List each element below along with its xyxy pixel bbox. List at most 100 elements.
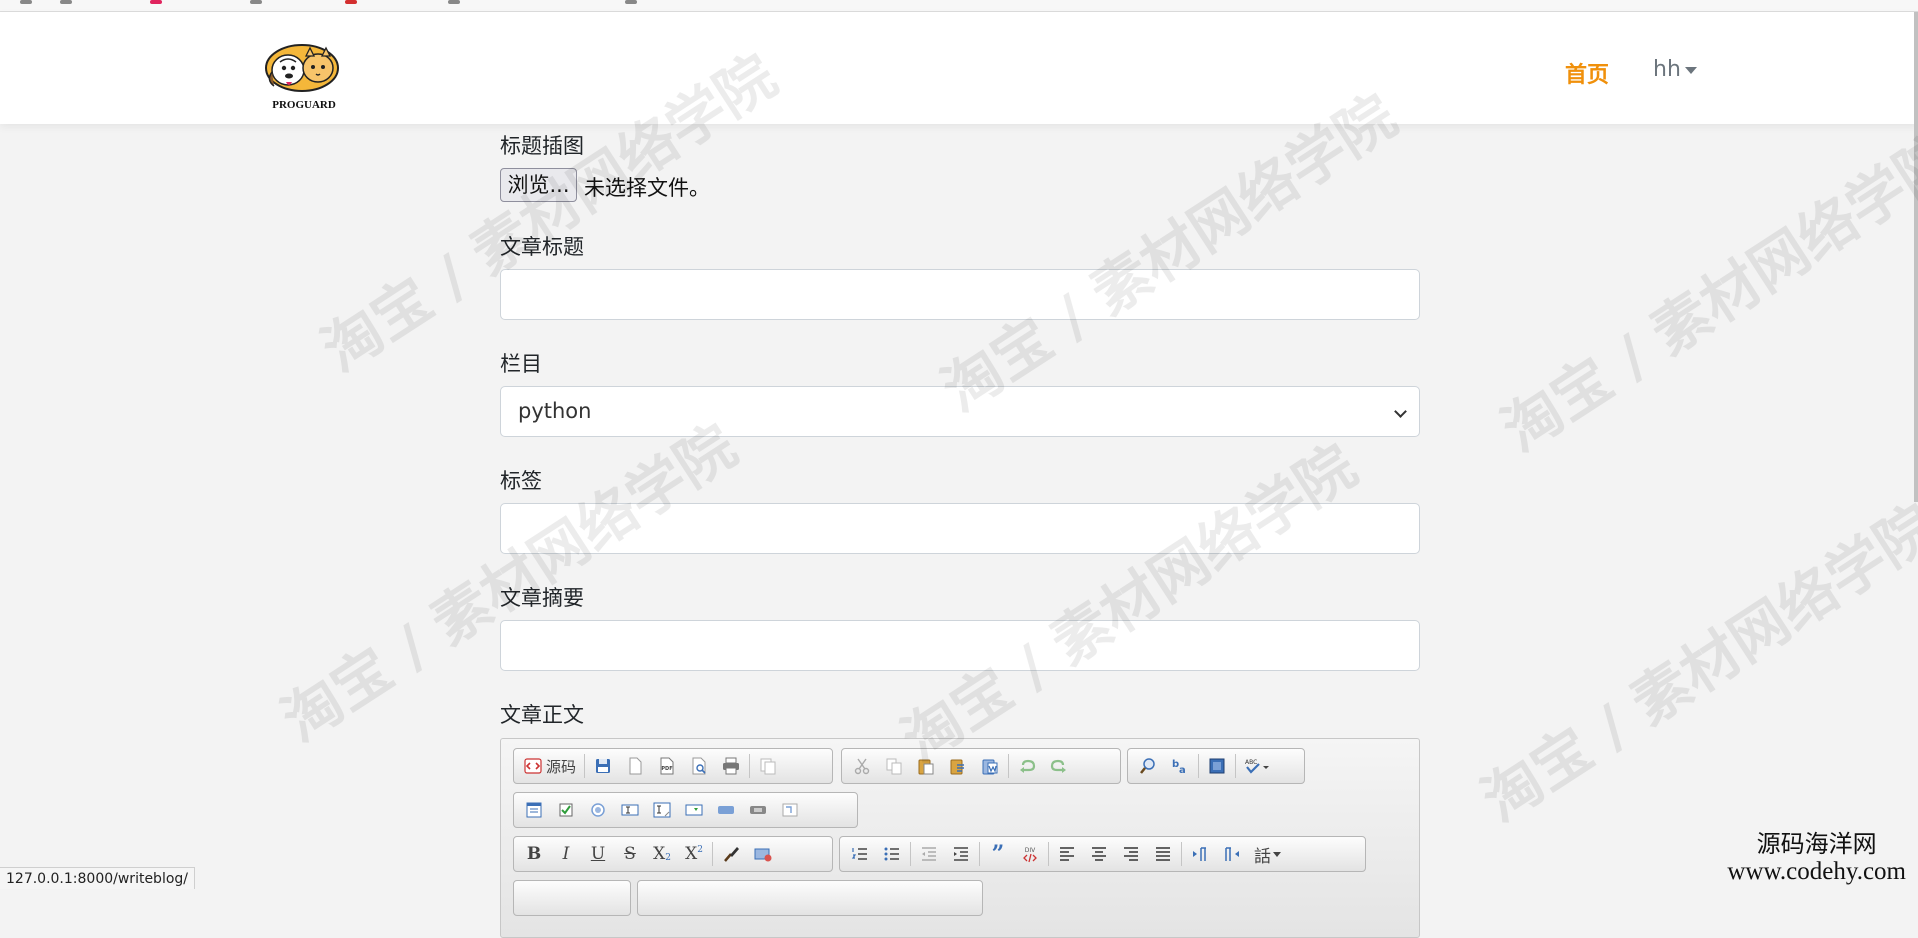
- source-icon: [524, 758, 542, 774]
- bookmark-icon[interactable]: [625, 0, 637, 4]
- cut-button[interactable]: [846, 752, 878, 780]
- radio-button[interactable]: [582, 796, 614, 824]
- language-button[interactable]: 話: [1248, 840, 1287, 868]
- svg-text:a: a: [1179, 765, 1186, 775]
- find-button[interactable]: [1132, 752, 1164, 780]
- justify-button[interactable]: [1147, 840, 1179, 868]
- redo-button[interactable]: [1043, 752, 1075, 780]
- align-left-button[interactable]: [1051, 840, 1083, 868]
- select-field-button[interactable]: [678, 796, 710, 824]
- superscript-button[interactable]: X2: [678, 840, 710, 868]
- align-right-button[interactable]: [1115, 840, 1147, 868]
- bold-button[interactable]: B: [518, 840, 550, 868]
- copy-icon: [886, 758, 902, 775]
- text-field-button[interactable]: [614, 796, 646, 824]
- select-all-button[interactable]: [1201, 752, 1233, 780]
- cut-icon: [854, 758, 870, 775]
- replace-button[interactable]: ba: [1164, 752, 1196, 780]
- textarea-button[interactable]: [646, 796, 678, 824]
- save-button[interactable]: [587, 752, 619, 780]
- checkbox-icon: [559, 803, 573, 817]
- article-title-label: 文章标题: [500, 235, 584, 259]
- source-button[interactable]: 源码: [518, 752, 582, 780]
- bookmark-icon[interactable]: [448, 0, 460, 4]
- page-scrollbar-thumb[interactable]: [1914, 12, 1918, 502]
- nav-user-dropdown[interactable]: hh: [1653, 57, 1697, 82]
- save-icon: [596, 759, 611, 773]
- column-selected-value: python: [518, 399, 592, 423]
- superscript-mark-icon: 2: [697, 845, 703, 855]
- preview-button[interactable]: [683, 752, 715, 780]
- file-status-text: 未选择文件。: [584, 176, 710, 200]
- subscript-label: X: [653, 844, 666, 864]
- bookmark-icon[interactable]: [150, 0, 162, 4]
- bookmark-icon[interactable]: [250, 0, 262, 4]
- subscript-button[interactable]: X2: [646, 840, 678, 868]
- ltr-button[interactable]: [1184, 840, 1216, 868]
- site-logo[interactable]: PROGUARD: [250, 34, 360, 114]
- toolbar-group-insert: [637, 880, 983, 916]
- toolbar-group-styles: [513, 880, 631, 916]
- language-label: 話: [1254, 846, 1271, 867]
- underline-button[interactable]: U: [582, 840, 614, 868]
- button-field-icon: [718, 806, 734, 814]
- numbered-list-icon: [851, 848, 867, 860]
- bulleted-list-button[interactable]: [876, 840, 908, 868]
- blockquote-button[interactable]: ”: [982, 840, 1014, 868]
- new-page-button[interactable]: [619, 752, 651, 780]
- paste-text-button[interactable]: [942, 752, 974, 780]
- indent-button[interactable]: [945, 840, 977, 868]
- form-button[interactable]: [518, 796, 550, 824]
- summary-input[interactable]: [500, 620, 1420, 671]
- copy-format-button[interactable]: [715, 840, 747, 868]
- browse-file-button[interactable]: 浏览...: [500, 168, 577, 202]
- checkbox-button[interactable]: [550, 796, 582, 824]
- align-center-icon: [1092, 847, 1106, 861]
- toolbar-separator: [1048, 842, 1049, 866]
- text-direction-ltr-icon: [1193, 847, 1206, 861]
- cover-image-label: 标题插图: [500, 134, 584, 158]
- hidden-field-button[interactable]: [774, 796, 806, 824]
- column-select[interactable]: python: [500, 386, 1420, 437]
- rtl-button[interactable]: [1216, 840, 1248, 868]
- paste-button[interactable]: [910, 752, 942, 780]
- undo-button[interactable]: [1011, 752, 1043, 780]
- templates-button[interactable]: [752, 752, 784, 780]
- button-field-button[interactable]: [710, 796, 742, 824]
- align-center-button[interactable]: [1083, 840, 1115, 868]
- select-all-icon: [1209, 758, 1225, 774]
- source-label: 源码: [546, 757, 577, 776]
- nav-home-link[interactable]: 首页: [1565, 57, 1609, 89]
- print-button[interactable]: [715, 752, 747, 780]
- export-pdf-button[interactable]: PDF: [651, 752, 683, 780]
- tags-input[interactable]: [500, 503, 1420, 554]
- copy-button[interactable]: [878, 752, 910, 780]
- pdf-label: PDF: [661, 766, 672, 772]
- bookmark-icon[interactable]: [345, 0, 357, 4]
- superscript-label: X: [685, 844, 698, 864]
- italic-button[interactable]: I: [550, 840, 582, 868]
- spellcheck-button[interactable]: ABC: [1238, 752, 1276, 780]
- templates-icon: [760, 758, 776, 775]
- nav-user-name: hh: [1653, 57, 1681, 82]
- bulleted-list-icon: [884, 847, 899, 861]
- article-title-input[interactable]: [500, 269, 1420, 320]
- numbered-list-button[interactable]: [844, 840, 876, 868]
- text-field-icon: [621, 804, 639, 816]
- toolbar-separator: [1008, 754, 1009, 778]
- rich-text-editor[interactable]: 源码 PDF ba ABC B I U S X 2 X 2 ” DIV 話: [500, 738, 1420, 938]
- paste-word-button[interactable]: [974, 752, 1006, 780]
- paste-word-icon: [982, 759, 998, 775]
- strikethrough-button[interactable]: S: [614, 840, 646, 868]
- image-button-field-button[interactable]: [742, 796, 774, 824]
- textarea-icon: [653, 802, 671, 818]
- div-container-button[interactable]: DIV: [1014, 840, 1046, 868]
- bookmark-icon[interactable]: [60, 0, 72, 4]
- spellcheck-label: ABC: [1245, 759, 1257, 766]
- bookmark-icon[interactable]: [20, 0, 32, 4]
- outdent-button[interactable]: [913, 840, 945, 868]
- print-icon: [723, 757, 740, 775]
- remove-format-button[interactable]: [747, 840, 779, 868]
- text-direction-rtl-icon: [1225, 847, 1239, 861]
- align-right-icon: [1124, 847, 1138, 861]
